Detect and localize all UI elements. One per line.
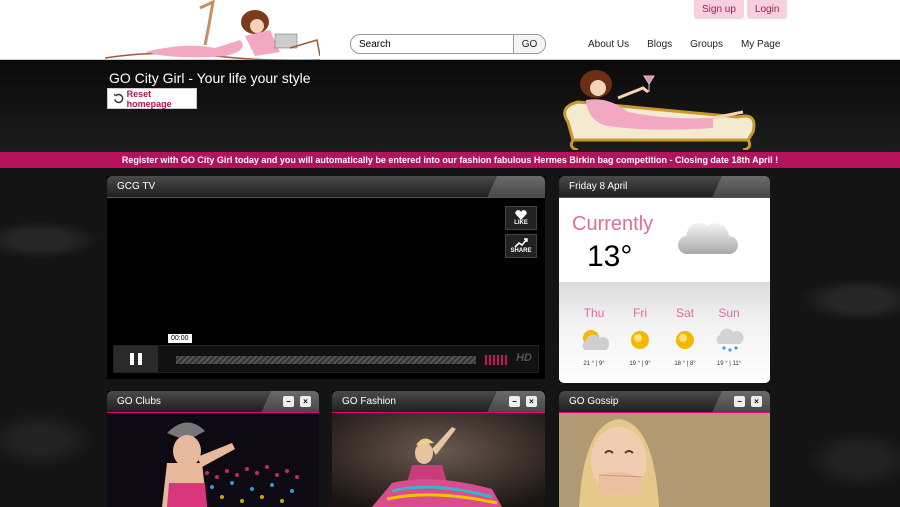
- reset-homepage-label: Reset homepage: [126, 88, 172, 109]
- time-display: 00:00: [168, 334, 192, 343]
- forecast-day: Sat 18 ° | 8°: [663, 306, 707, 367]
- heart-icon: [515, 210, 527, 220]
- forecast: Thu 21 ° | 9° Fri 19 ° | 9° Sat 18 ° | 8…: [559, 282, 770, 383]
- gossip-image[interactable]: [559, 413, 770, 507]
- search-box: GO: [350, 34, 546, 54]
- volume-slider[interactable]: [485, 355, 509, 365]
- panel-title: GO Fashion: [342, 396, 396, 407]
- currently-label: Currently: [572, 213, 654, 235]
- go-clubs-header: GO Clubs − ×: [107, 391, 319, 413]
- temp-range: 18 ° | 8°: [674, 361, 696, 367]
- promo-banner[interactable]: Register with GO City Girl today and you…: [0, 152, 900, 168]
- site-title: GO City Girl - Your life your style: [109, 70, 311, 86]
- minimize-icon[interactable]: −: [509, 396, 520, 407]
- share-button[interactable]: SHARE: [505, 234, 537, 258]
- forecast-day: Sun 19 ° | 11°: [707, 306, 751, 367]
- sun-icon: [631, 331, 649, 349]
- forecast-day: Thu 21 ° | 9°: [572, 306, 616, 367]
- partly-cloudy-icon: [582, 330, 610, 350]
- minimize-icon[interactable]: −: [734, 396, 745, 407]
- current-weather: Currently 13°: [559, 198, 770, 282]
- nav-about-us[interactable]: About Us: [588, 39, 629, 50]
- main-nav: About Us Blogs Groups My Page: [588, 39, 780, 50]
- day-name: Sun: [718, 306, 740, 320]
- reset-icon: [113, 93, 124, 104]
- weather-panel: Friday 8 April Currently 13° Thu 21 ° | …: [559, 176, 770, 383]
- close-icon[interactable]: ×: [751, 396, 762, 407]
- share-icon: [514, 238, 528, 248]
- temp-range: 21 ° | 9°: [583, 361, 605, 367]
- logo-illustration[interactable]: [105, 0, 320, 62]
- seek-bar[interactable]: [176, 356, 476, 364]
- nav-blogs[interactable]: Blogs: [647, 39, 672, 50]
- go-fashion-panel: GO Fashion − ×: [332, 391, 545, 507]
- video-player[interactable]: LIKE SHARE 00:00 HD: [107, 198, 545, 379]
- pause-button[interactable]: [114, 346, 158, 372]
- go-clubs-panel: GO Clubs − ×: [107, 391, 319, 507]
- cloud-icon: [678, 222, 738, 254]
- signup-button[interactable]: Sign up: [694, 0, 744, 19]
- temp-range: 19 ° | 11°: [716, 361, 742, 367]
- go-gossip-header: GO Gossip − ×: [559, 391, 770, 413]
- search-input[interactable]: [351, 35, 513, 53]
- panel-controls: − ×: [509, 396, 537, 407]
- day-name: Thu: [583, 306, 605, 320]
- gcg-tv-header: GCG TV: [107, 176, 545, 198]
- day-name: Sat: [675, 306, 694, 320]
- nav-groups[interactable]: Groups: [690, 39, 723, 50]
- panel-title: GCG TV: [117, 181, 156, 192]
- weather-body: Currently 13° Thu 21 ° | 9° Fri 19 ° | 9…: [559, 198, 770, 383]
- close-icon[interactable]: ×: [526, 396, 537, 407]
- clubs-image[interactable]: [107, 413, 319, 507]
- top-header: Sign up Login GO About Us Blogs Groups M…: [0, 0, 900, 62]
- gcg-tv-panel: GCG TV LIKE SHARE 00:00 HD: [107, 176, 545, 379]
- fashion-photo: [332, 413, 545, 507]
- go-fashion-header: GO Fashion − ×: [332, 391, 545, 413]
- like-label: LIKE: [514, 220, 528, 226]
- current-temp: 13°: [587, 240, 633, 273]
- close-icon[interactable]: ×: [300, 396, 311, 407]
- gossip-photo: [559, 413, 770, 507]
- reset-homepage-button[interactable]: Reset homepage: [107, 88, 197, 109]
- forecast-day: Fri 19 ° | 9°: [618, 306, 662, 367]
- temp-range: 19 ° | 9°: [629, 361, 651, 367]
- nav-my-page[interactable]: My Page: [741, 39, 780, 50]
- auth-links: Sign up Login: [694, 0, 788, 19]
- share-label: SHARE: [510, 248, 532, 254]
- pause-icon: [130, 353, 134, 365]
- panel-title: GO Clubs: [117, 396, 161, 407]
- clubs-photo: [107, 413, 319, 507]
- go-gossip-panel: GO Gossip − ×: [559, 391, 770, 507]
- hd-toggle[interactable]: HD: [516, 352, 532, 364]
- panel-controls: − ×: [734, 396, 762, 407]
- like-button[interactable]: LIKE: [505, 206, 537, 230]
- fashion-image[interactable]: [332, 413, 545, 507]
- sun-icon: [676, 331, 694, 349]
- rain-cloud-icon: [716, 328, 744, 352]
- panel-controls: − ×: [283, 396, 311, 407]
- login-button[interactable]: Login: [746, 0, 788, 19]
- video-controls: 00:00 HD: [113, 334, 539, 373]
- banner-illustration: [563, 70, 756, 150]
- search-go-button[interactable]: GO: [513, 35, 545, 53]
- weather-header: Friday 8 April: [559, 176, 770, 198]
- panel-title: GO Gossip: [569, 396, 619, 407]
- weather-date: Friday 8 April: [569, 181, 628, 192]
- day-name: Fri: [633, 306, 647, 320]
- minimize-icon[interactable]: −: [283, 396, 294, 407]
